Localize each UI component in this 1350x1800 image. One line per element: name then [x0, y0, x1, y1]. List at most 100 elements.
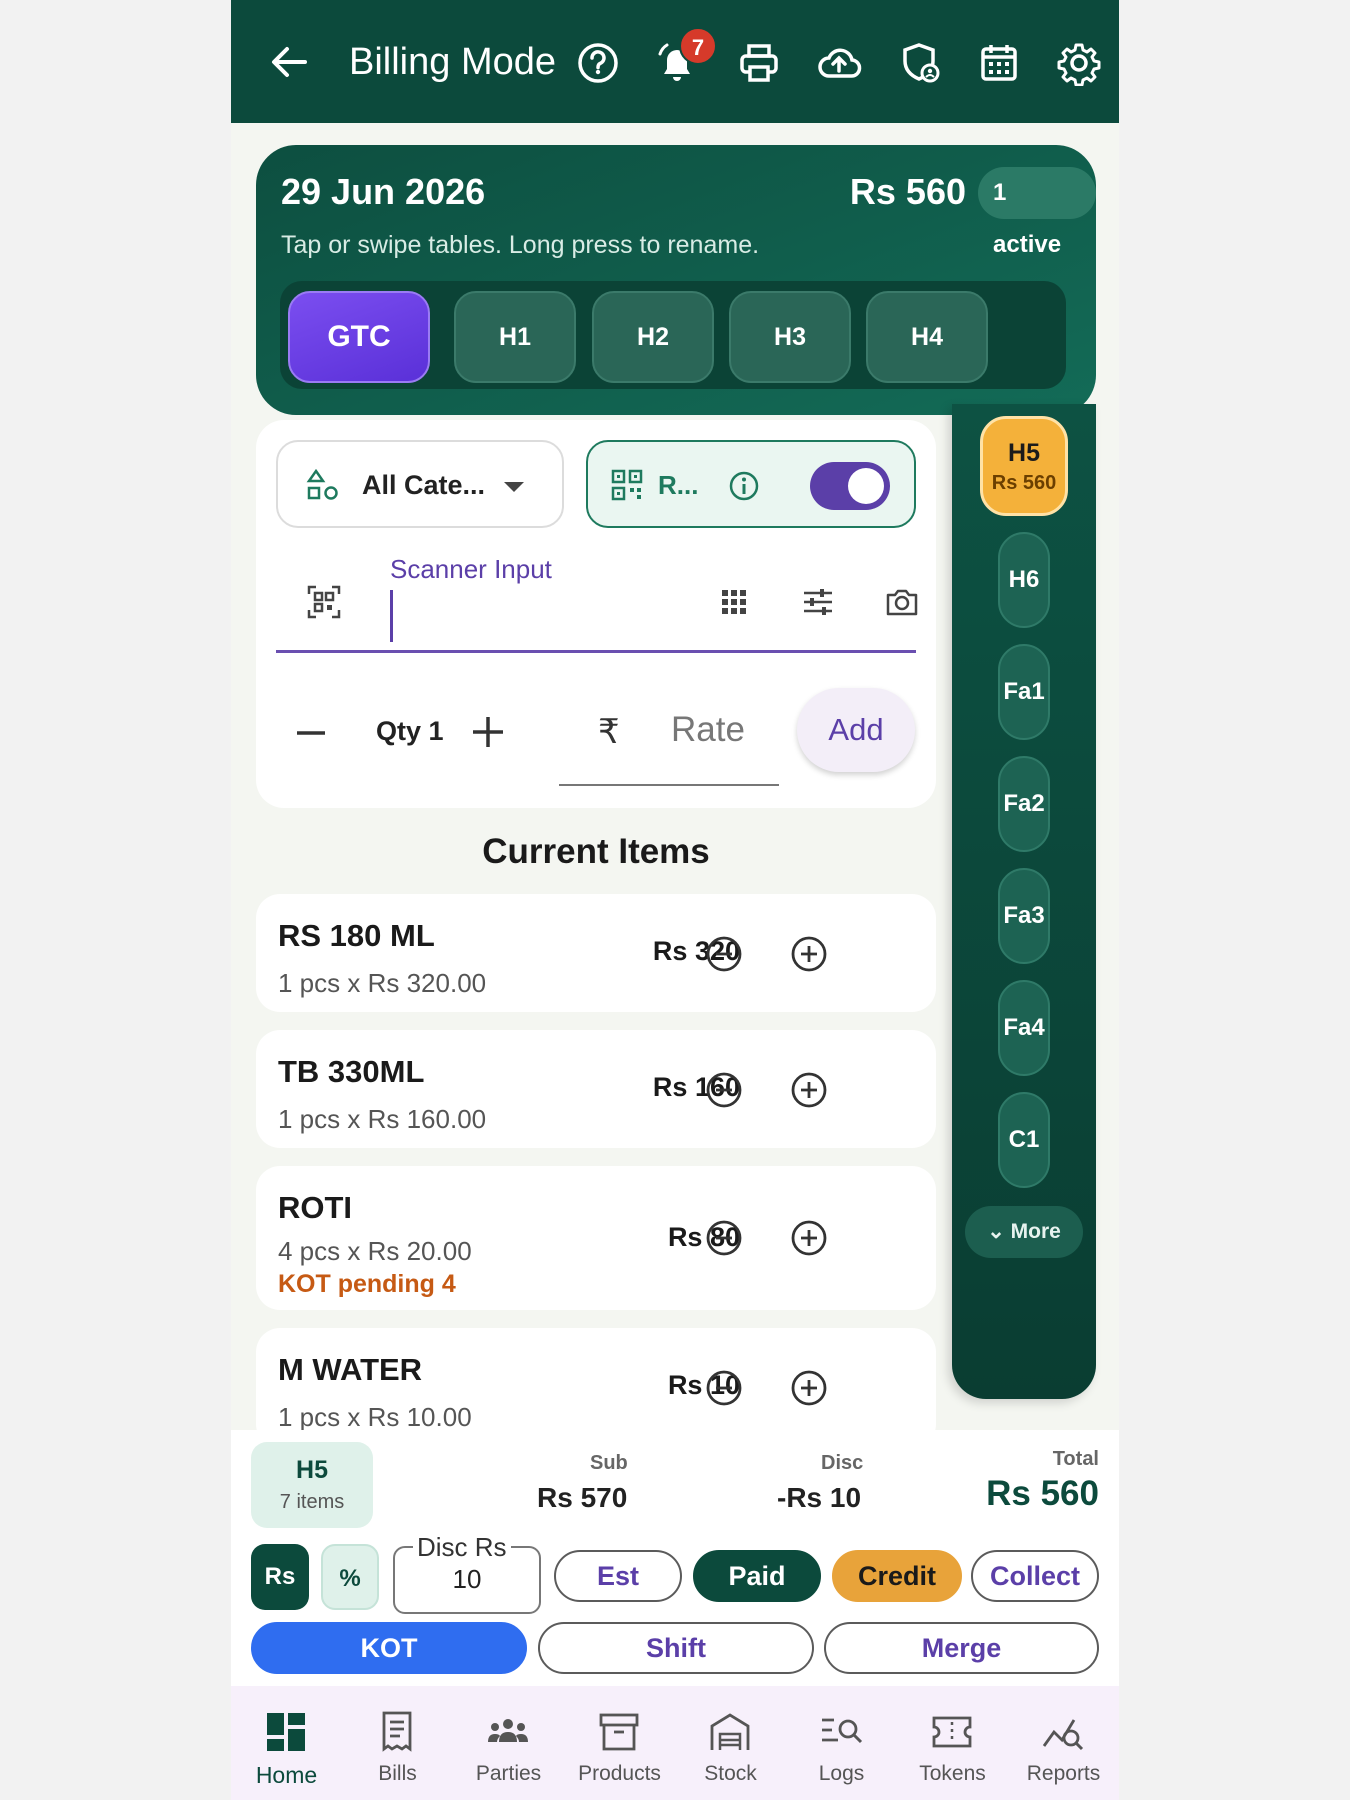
table-h4[interactable]: H4: [866, 291, 988, 383]
camera-icon[interactable]: [884, 584, 920, 620]
gear-icon[interactable]: [1056, 40, 1102, 87]
item-detail: 1 pcs x Rs 10.00: [278, 1402, 472, 1432]
table-gtc[interactable]: GTC: [288, 291, 430, 383]
total-label: Total: [1052, 1448, 1099, 1470]
minus-circle-icon[interactable]: [704, 1218, 744, 1258]
list-item[interactable]: TB 330ML 1 pcs x Rs 160.00 Rs 160: [256, 1030, 936, 1148]
list-item[interactable]: RS 180 ML 1 pcs x Rs 320.00 Rs 320: [256, 894, 936, 1012]
minus-circle-icon[interactable]: [704, 1070, 744, 1110]
cloud-upload-icon[interactable]: [816, 40, 862, 86]
nav-products[interactable]: Products: [564, 1686, 675, 1800]
table-h2[interactable]: H2: [592, 291, 714, 383]
nav-home[interactable]: Home: [231, 1686, 342, 1800]
help-icon[interactable]: [575, 40, 621, 86]
kot-button[interactable]: KOT: [251, 1622, 527, 1674]
nav-label: Bills: [378, 1762, 417, 1785]
item-name: TB 330ML: [278, 1054, 425, 1089]
est-button[interactable]: Est: [554, 1550, 682, 1602]
ticket-icon: [932, 1716, 972, 1748]
nav-tokens[interactable]: Tokens: [897, 1686, 1008, 1800]
plus-circle-icon[interactable]: [789, 1368, 829, 1408]
summary-header-card: 29 Jun 2026 Rs 560 1 active Tap or swipe…: [256, 145, 1096, 415]
chevron-down-icon: ⌄: [987, 1220, 1011, 1243]
plus-circle-icon[interactable]: [789, 1218, 829, 1258]
scan-toggle[interactable]: [810, 462, 890, 510]
printer-icon[interactable]: [736, 40, 782, 86]
bottom-nav: Home Bills Parties Products Stock Logs T…: [231, 1686, 1119, 1800]
rupee-icon: ₹: [598, 713, 620, 751]
item-entry-card: All Cate... R... Scanner Input Qty 1 ₹ R…: [256, 420, 936, 808]
rail-table-fa2[interactable]: Fa2: [998, 756, 1050, 852]
nav-label: Logs: [818, 1762, 865, 1785]
disc-value: -Rs 10: [777, 1482, 862, 1513]
rate-input[interactable]: Rate: [671, 710, 745, 750]
tune-icon[interactable]: [800, 584, 836, 620]
qr-code-icon[interactable]: [306, 584, 342, 620]
home-icon: [267, 1713, 305, 1751]
nav-bills[interactable]: Bills: [342, 1686, 453, 1800]
nav-stock[interactable]: Stock: [675, 1686, 786, 1800]
header-amount: Rs 560: [849, 171, 966, 212]
shield-user-icon[interactable]: [897, 40, 943, 86]
rail-table-fa1[interactable]: Fa1: [998, 644, 1050, 740]
category-label: All Cate...: [362, 470, 486, 500]
nav-label: Tokens: [919, 1762, 986, 1785]
rail-table-c1[interactable]: C1: [998, 1092, 1050, 1188]
rail-table-h6[interactable]: H6: [998, 532, 1050, 628]
scanner-input-label: Scanner Input: [390, 554, 552, 584]
discount-field[interactable]: Disc Rs 10: [393, 1532, 541, 1614]
more-button[interactable]: ⌄ More: [965, 1206, 1083, 1258]
calendar-icon[interactable]: [976, 40, 1022, 86]
scan-mode-box[interactable]: R...: [586, 440, 916, 528]
archive-box-icon: [599, 1713, 639, 1751]
minus-circle-icon[interactable]: [704, 934, 744, 974]
bill-summary-panel: H5 7 items Sub Rs 570 Disc -Rs 10 Total …: [231, 1430, 1119, 1686]
nav-label: Products: [578, 1762, 661, 1785]
summary-item-count: 7 items: [279, 1491, 345, 1513]
disc-mode-rs[interactable]: Rs: [251, 1544, 309, 1610]
dropdown-arrow-icon: [504, 482, 524, 492]
add-button[interactable]: Add: [797, 688, 915, 772]
disc-label: Disc: [821, 1452, 864, 1474]
minus-circle-icon[interactable]: [704, 1368, 744, 1408]
nav-parties[interactable]: Parties: [453, 1686, 564, 1800]
list-item[interactable]: ROTI 4 pcs x Rs 20.00 KOT pending 4 Rs 8…: [256, 1166, 936, 1310]
notification-badge: 7: [679, 27, 717, 65]
item-name: RS 180 ML: [278, 918, 435, 953]
back-icon[interactable]: [267, 40, 311, 84]
warehouse-icon: [710, 1713, 750, 1750]
nav-label: Stock: [704, 1762, 757, 1785]
rail-table-fa4[interactable]: Fa4: [998, 980, 1050, 1076]
item-detail: 1 pcs x Rs 160.00: [278, 1104, 487, 1134]
page-title: Billing Mode: [349, 41, 556, 83]
billing-screen: Billing Mode 7 29 Jun 2026 Rs 560 1 acti…: [231, 0, 1119, 1800]
item-detail: 4 pcs x Rs 20.00: [278, 1236, 472, 1266]
table-rail: H5 Rs 560 H6 Fa1 Fa2 Fa3 Fa4 C1 ⌄ More: [952, 404, 1096, 1399]
grid-icon[interactable]: [718, 586, 750, 618]
table-h3[interactable]: H3: [729, 291, 851, 383]
qty-minus-icon[interactable]: [294, 716, 328, 750]
nav-label: Home: [255, 1762, 318, 1788]
item-name: ROTI: [278, 1190, 353, 1225]
shift-button[interactable]: Shift: [538, 1622, 814, 1674]
nav-label: Parties: [475, 1762, 542, 1785]
plus-circle-icon[interactable]: [789, 1070, 829, 1110]
credit-button[interactable]: Credit: [832, 1550, 962, 1602]
info-icon[interactable]: [728, 470, 760, 502]
current-items-title: Current Items: [482, 832, 710, 871]
rail-table-h5[interactable]: H5 Rs 560: [980, 416, 1068, 516]
merge-button[interactable]: Merge: [824, 1622, 1099, 1674]
qty-plus-icon[interactable]: [470, 714, 506, 750]
collect-button[interactable]: Collect: [971, 1550, 1099, 1602]
paid-button[interactable]: Paid: [693, 1550, 821, 1602]
log-search-icon: [822, 1718, 863, 1744]
category-dropdown[interactable]: All Cate...: [276, 440, 564, 528]
scanner-input-field[interactable]: [390, 590, 393, 642]
table-h1[interactable]: H1: [454, 291, 576, 383]
nav-reports[interactable]: Reports: [1008, 1686, 1119, 1800]
nav-logs[interactable]: Logs: [786, 1686, 897, 1800]
disc-mode-percent[interactable]: %: [321, 1544, 379, 1610]
rail-table-fa3[interactable]: Fa3: [998, 868, 1050, 964]
active-badge: 1 active: [978, 167, 1096, 258]
plus-circle-icon[interactable]: [789, 934, 829, 974]
